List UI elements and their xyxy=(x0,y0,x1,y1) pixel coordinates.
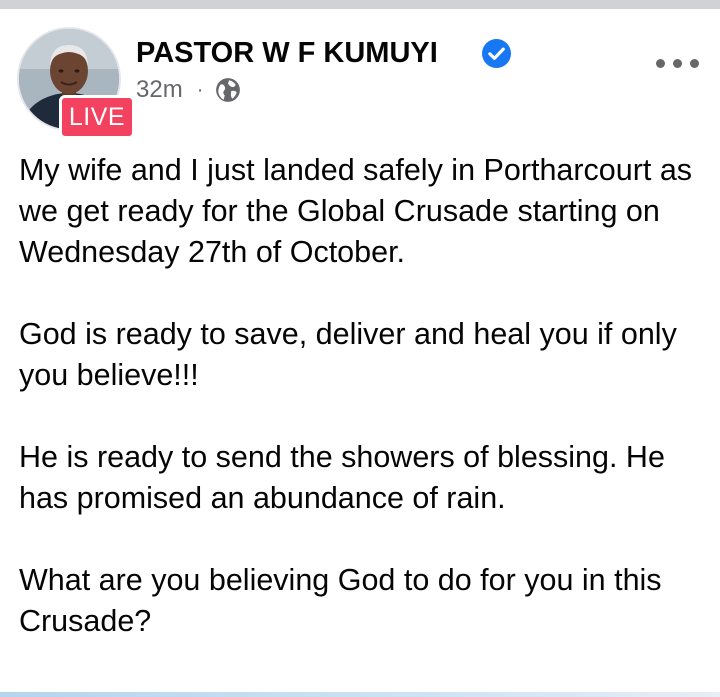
post-text: My wife and I just landed safely in Port… xyxy=(19,150,709,642)
post-timestamp[interactable]: 32m xyxy=(136,76,183,104)
post-header: LIVE PASTOR W F KUMUYI 32m · xyxy=(0,9,720,139)
more-options-button[interactable] xyxy=(656,53,702,73)
author-name[interactable]: PASTOR W F KUMUYI xyxy=(136,33,438,73)
more-dots-icon xyxy=(656,59,665,68)
post-paragraph: God is ready to save, deliver and heal y… xyxy=(19,317,677,392)
post-meta: 32m · xyxy=(136,75,241,105)
post-paragraph: What are you believing God to do for you… xyxy=(19,563,662,638)
post-screen: LIVE PASTOR W F KUMUYI 32m · My wife and… xyxy=(0,0,720,697)
post-paragraph: He is ready to send the showers of bless… xyxy=(19,440,665,515)
bottom-divider xyxy=(0,692,720,697)
post-paragraph: My wife and I just landed safely in Port… xyxy=(19,153,693,269)
more-dots-icon xyxy=(673,59,682,68)
globe-icon xyxy=(216,78,241,102)
top-divider xyxy=(0,0,720,9)
verified-badge-icon xyxy=(482,39,511,68)
more-dots-icon xyxy=(690,59,699,68)
author-avatar-wrap[interactable]: LIVE xyxy=(17,27,135,139)
live-badge: LIVE xyxy=(59,95,135,139)
meta-separator: · xyxy=(196,78,204,101)
